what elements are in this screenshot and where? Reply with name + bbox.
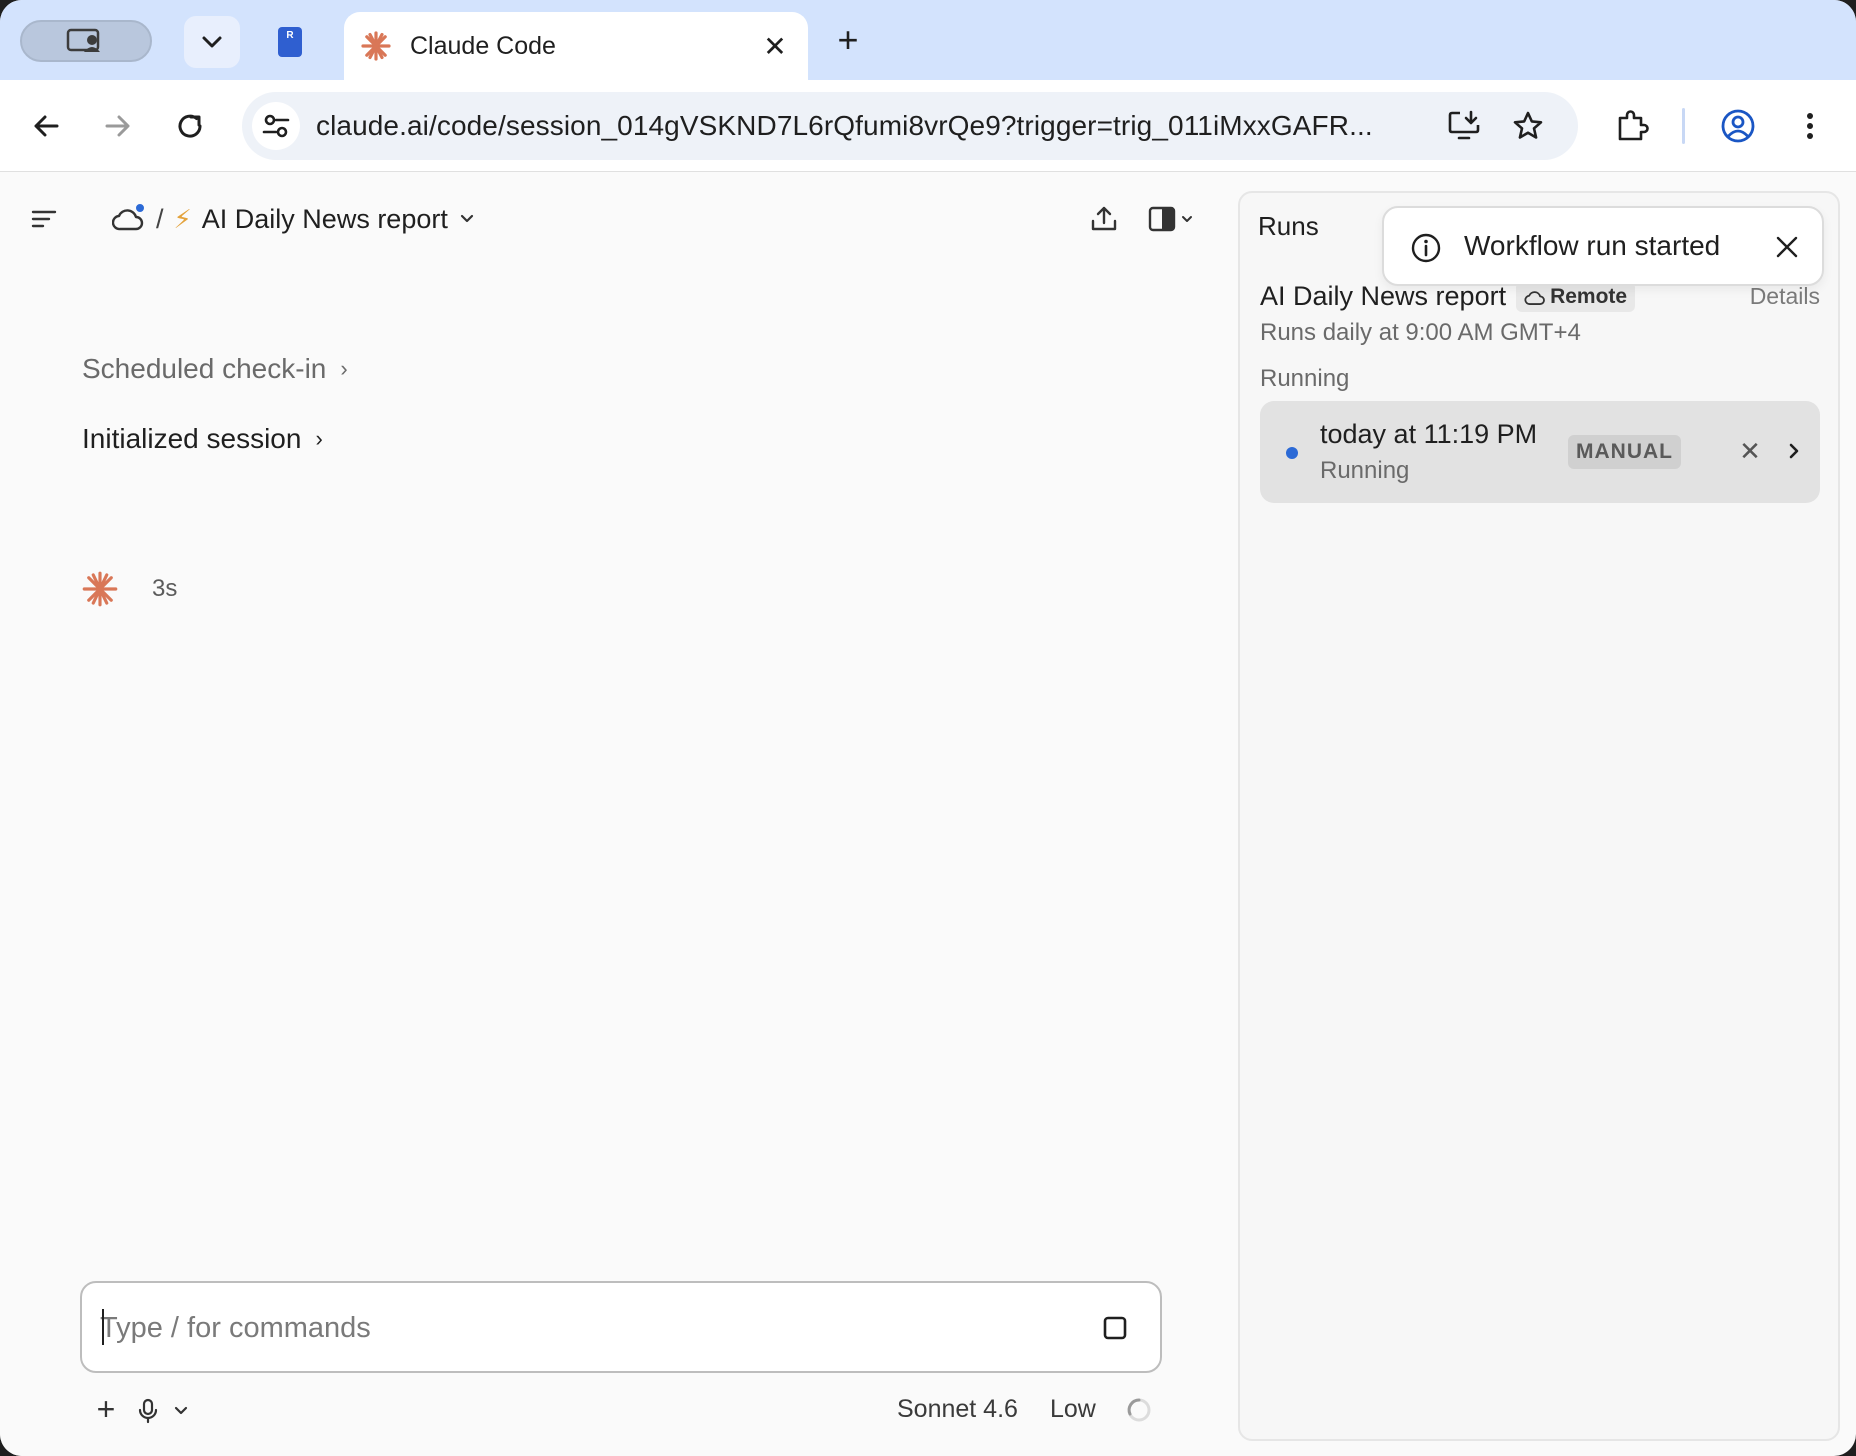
command-input[interactable] bbox=[100, 1307, 1040, 1349]
cloud-status bbox=[111, 202, 146, 234]
tab-title: Claude Code bbox=[410, 31, 556, 60]
sidebar-toggle-button[interactable] bbox=[26, 201, 62, 237]
runs-title: Runs bbox=[1258, 211, 1319, 241]
running-status-dot bbox=[1286, 447, 1298, 459]
main-panel: / ⚡ AI Daily News report Scheduled check… bbox=[0, 173, 1236, 1456]
address-bar[interactable]: claude.ai/code/session_014gVSKND7L6rQfum… bbox=[242, 92, 1578, 160]
close-toast-button[interactable] bbox=[1770, 230, 1804, 264]
bookmark-button[interactable] bbox=[1508, 106, 1548, 146]
open-run-button[interactable] bbox=[1776, 433, 1812, 469]
info-icon bbox=[1411, 233, 1441, 263]
running-section-label: Running bbox=[1260, 365, 1350, 392]
share-button[interactable] bbox=[1086, 201, 1122, 237]
chevron-right-icon: › bbox=[340, 356, 348, 381]
menu-icon bbox=[31, 210, 57, 228]
run-status: Running bbox=[1320, 457, 1410, 484]
reload-icon bbox=[178, 114, 202, 138]
stop-button[interactable] bbox=[1100, 1313, 1130, 1343]
chevron-down-icon bbox=[174, 1406, 188, 1415]
details-link[interactable]: Details bbox=[1750, 283, 1820, 310]
cancel-run-button[interactable]: ✕ bbox=[1732, 433, 1768, 469]
claude-asterisk-icon bbox=[361, 31, 391, 61]
bolt-icon: ⚡ bbox=[173, 203, 192, 234]
panel-toggle-button[interactable] bbox=[1144, 201, 1200, 237]
close-icon bbox=[1776, 236, 1798, 258]
chevron-down-icon bbox=[460, 214, 473, 223]
upload-icon bbox=[1091, 206, 1117, 231]
tab-search-button[interactable] bbox=[184, 16, 240, 68]
initialized-session-item[interactable]: Initialized session › bbox=[82, 423, 323, 455]
tab-claude-code[interactable]: Claude Code ✕ bbox=[344, 12, 808, 80]
elapsed-time: 3s bbox=[152, 575, 178, 602]
scheduled-checkin-item[interactable]: Scheduled check-in › bbox=[82, 353, 348, 385]
breadcrumb[interactable]: / ⚡ AI Daily News report bbox=[111, 199, 474, 239]
model-selector[interactable]: Sonnet 4.6 bbox=[897, 1395, 1018, 1424]
effort-selector[interactable]: Low bbox=[1050, 1395, 1096, 1424]
toast-notification: Workflow run started bbox=[1382, 206, 1824, 286]
run-item[interactable]: today at 11:19 PM Running MANUAL ✕ bbox=[1260, 401, 1820, 503]
chevron-down-icon bbox=[202, 36, 222, 48]
puzzle-icon bbox=[1618, 110, 1649, 141]
toast-message: Workflow run started bbox=[1464, 230, 1721, 261]
composer-footer: + Sonnet 4.6 Low bbox=[80, 1387, 1162, 1433]
pinned-tab[interactable]: R bbox=[268, 16, 312, 68]
chevron-right-icon bbox=[1789, 443, 1799, 459]
toolbar-divider bbox=[1682, 108, 1685, 144]
back-button[interactable] bbox=[22, 102, 70, 150]
message-composer[interactable] bbox=[80, 1281, 1162, 1373]
account-circle-icon bbox=[1721, 109, 1755, 143]
extensions-button[interactable] bbox=[1608, 102, 1656, 150]
breadcrumb-separator: / bbox=[156, 203, 164, 234]
runs-panel: Runs AI Daily News report Remote Details… bbox=[1238, 191, 1840, 1441]
scheduled-checkin-label: Scheduled check-in bbox=[82, 353, 327, 384]
microphone-icon bbox=[138, 1398, 158, 1424]
forward-button[interactable] bbox=[94, 102, 142, 150]
initialized-session-label: Initialized session bbox=[82, 423, 302, 454]
profile-tab-button[interactable] bbox=[20, 20, 152, 62]
profile-switch-icon bbox=[66, 28, 100, 52]
more-vertical-icon bbox=[1807, 113, 1813, 139]
new-tab-button[interactable]: + bbox=[828, 16, 868, 64]
add-attachment-button[interactable]: + bbox=[88, 1391, 124, 1427]
install-app-button[interactable] bbox=[1444, 106, 1484, 146]
arrow-left-icon bbox=[34, 115, 59, 137]
remote-badge: Remote bbox=[1516, 281, 1636, 312]
site-info-button[interactable] bbox=[252, 102, 300, 150]
url-text[interactable]: claude.ai/code/session_014gVSKND7L6rQfum… bbox=[316, 110, 1416, 142]
voice-input-button[interactable] bbox=[138, 1393, 194, 1429]
tune-icon bbox=[262, 114, 290, 138]
cloud-icon bbox=[1524, 290, 1545, 305]
text-caret bbox=[102, 1309, 104, 1345]
tab-strip: R Claude Code ✕ + bbox=[0, 0, 1856, 80]
loading-spinner-icon bbox=[1127, 1398, 1151, 1422]
browser-window: R Claude Code ✕ + claude.ai/code/session… bbox=[0, 0, 1856, 1456]
claude-asterisk-icon bbox=[82, 571, 118, 607]
profile-button[interactable] bbox=[1714, 102, 1762, 150]
arrow-right-icon bbox=[105, 115, 130, 137]
browser-toolbar: claude.ai/code/session_014gVSKND7L6rQfum… bbox=[0, 80, 1856, 172]
schedule-text: Runs daily at 9:00 AM GMT+4 bbox=[1260, 319, 1581, 346]
remote-label: Remote bbox=[1550, 284, 1628, 308]
star-icon bbox=[1513, 111, 1543, 139]
workflow-title: AI Daily News report bbox=[201, 203, 448, 234]
reload-button[interactable] bbox=[166, 102, 214, 150]
browser-menu-button[interactable] bbox=[1786, 102, 1834, 150]
run-time: today at 11:19 PM bbox=[1320, 419, 1538, 449]
status-dot bbox=[134, 202, 146, 214]
side-panel-icon bbox=[1148, 206, 1192, 232]
stop-square-icon bbox=[1103, 1316, 1127, 1340]
chevron-right-icon: › bbox=[315, 426, 323, 451]
thinking-indicator: 3s bbox=[82, 571, 177, 607]
document-favicon-icon: R bbox=[278, 27, 302, 57]
install-desktop-icon bbox=[1448, 110, 1480, 140]
trigger-badge: MANUAL bbox=[1568, 435, 1681, 469]
close-tab-icon[interactable]: ✕ bbox=[760, 31, 790, 62]
